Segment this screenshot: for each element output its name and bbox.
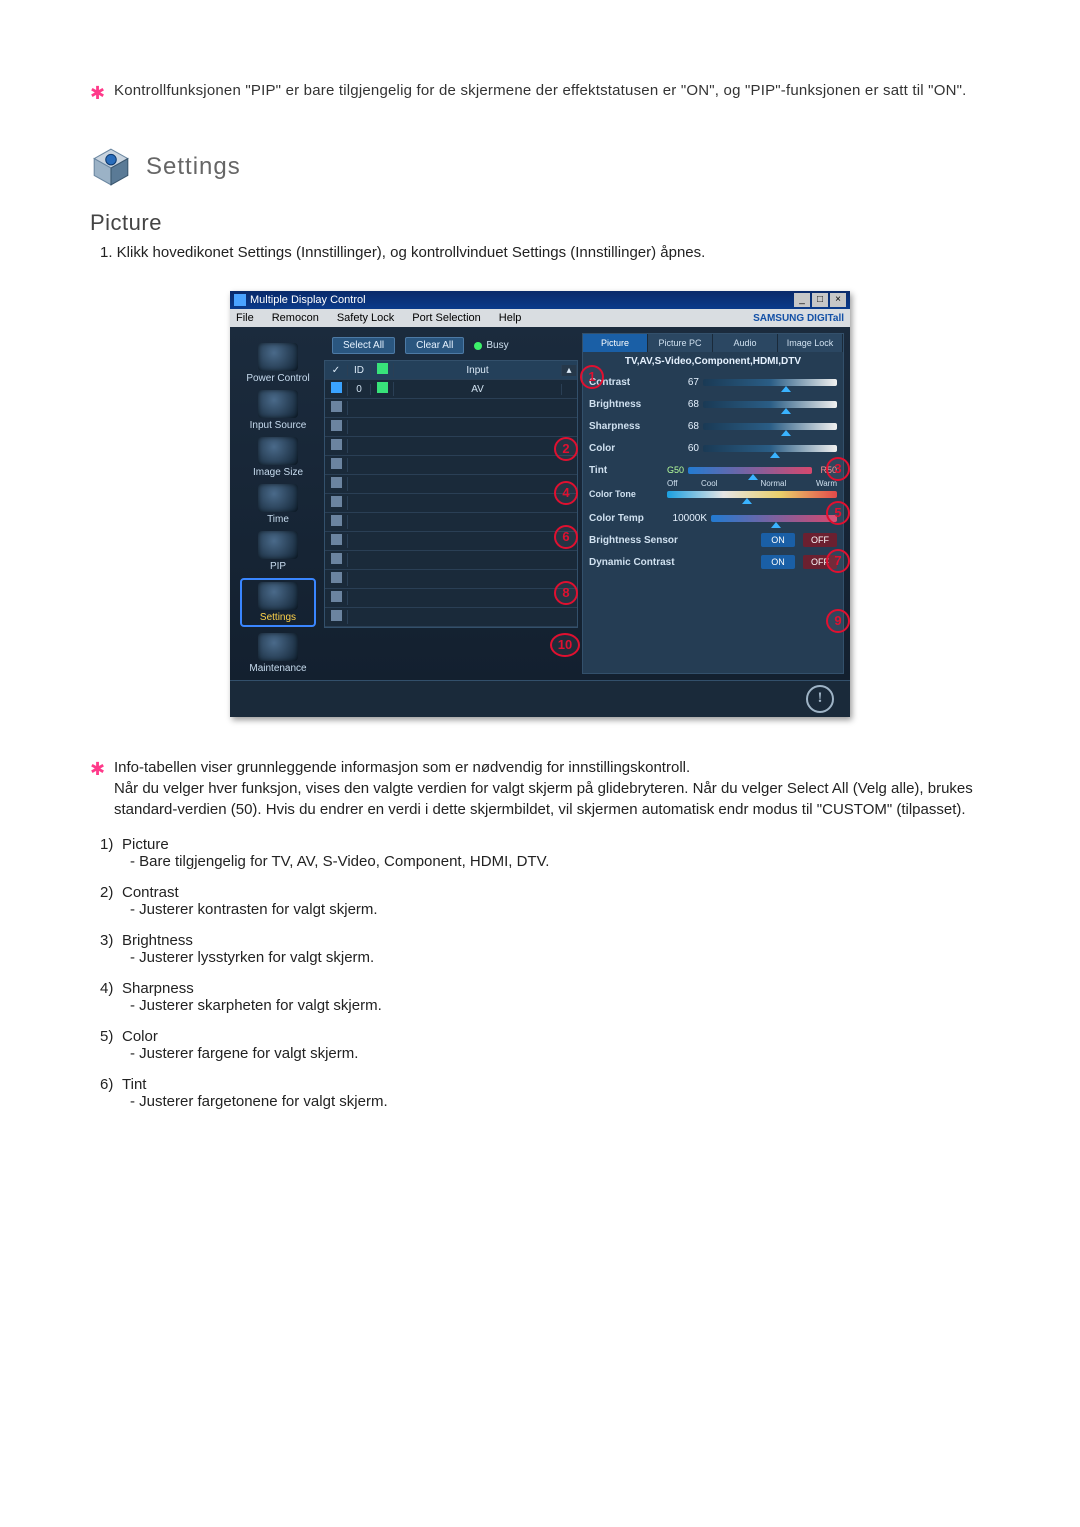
callout-9: 9 <box>826 609 850 633</box>
list-item: 3)Brightness- Justerer lysstyrken for va… <box>100 932 990 966</box>
list-item: 2)Contrast- Justerer kontrasten for valg… <box>100 884 990 918</box>
tab-audio[interactable]: Audio <box>713 334 778 352</box>
row-color: Color 60 <box>583 437 843 459</box>
color-tone-slider[interactable]: Off Cool Normal Warm <box>667 491 837 498</box>
info-icon[interactable]: ! <box>806 685 834 713</box>
sidebar: Power Control Input Source Image Size Ti… <box>236 333 320 674</box>
tint-slider[interactable] <box>688 467 812 474</box>
picture-heading: Picture <box>90 210 990 236</box>
menu-file[interactable]: File <box>236 312 254 324</box>
info-paragraph: Info-tabellen viser grunnleggende inform… <box>114 757 990 820</box>
window-title: Multiple Display Control <box>250 294 366 306</box>
sharpness-slider[interactable] <box>703 423 837 430</box>
table-row[interactable]: 0 AV <box>325 380 577 399</box>
list-item: 4)Sharpness- Justerer skarpheten for val… <box>100 980 990 1014</box>
bsensor-off-button[interactable]: OFF <box>803 533 837 547</box>
tab-picture-pc[interactable]: Picture PC <box>648 334 713 352</box>
sidebar-item-settings[interactable]: Settings <box>240 578 316 627</box>
titlebar: Multiple Display Control _ □ × <box>230 291 850 309</box>
busy-indicator: Busy <box>474 340 508 351</box>
sidebar-item-maintenance[interactable]: Maintenance <box>240 633 316 674</box>
callout-10: 10 <box>550 633 580 657</box>
list-item: 5)Color- Justerer fargene for valgt skje… <box>100 1028 990 1062</box>
list-item: 1)Picture- Bare tilgjengelig for TV, AV,… <box>100 836 990 870</box>
col-id: ID <box>348 365 371 376</box>
row-color-tone: Color Tone Off Cool Normal Warm <box>583 481 843 507</box>
intro-text: 1. Klikk hovedikonet Settings (Innstilli… <box>100 244 990 261</box>
scroll-up-icon[interactable]: ▴ <box>562 365 577 376</box>
color-temp-slider[interactable] <box>711 515 837 522</box>
callout-4: 4 <box>554 481 578 505</box>
list-item: 6)Tint- Justerer fargetonene for valgt s… <box>100 1076 990 1110</box>
settings-cube-icon <box>90 146 132 188</box>
sidebar-item-input-source[interactable]: Input Source <box>240 390 316 431</box>
col-status <box>371 363 394 377</box>
contrast-slider[interactable] <box>703 379 837 386</box>
table-row[interactable] <box>325 437 577 456</box>
row-contrast: Contrast 67 <box>583 371 843 393</box>
settings-heading: Settings <box>146 153 241 181</box>
close-button[interactable]: × <box>830 293 846 307</box>
callout-2: 2 <box>554 437 578 461</box>
row-color-temp: Color Temp 10000K <box>583 507 843 529</box>
callout-8: 8 <box>554 581 578 605</box>
sidebar-item-pip[interactable]: PIP <box>240 531 316 572</box>
row-brightness-sensor: Brightness Sensor ON OFF <box>583 529 843 551</box>
numbered-list: 1)Picture- Bare tilgjengelig for TV, AV,… <box>90 836 990 1110</box>
dcontrast-on-button[interactable]: ON <box>761 555 795 569</box>
table-row[interactable] <box>325 494 577 513</box>
table-row[interactable] <box>325 608 577 627</box>
col-check: ✓ <box>325 365 348 376</box>
table-row[interactable] <box>325 513 577 532</box>
menu-safety-lock[interactable]: Safety Lock <box>337 312 394 324</box>
brand-label: SAMSUNG DIGITall <box>753 313 844 324</box>
settings-panel: Picture Picture PC Audio Image Lock TV,A… <box>582 333 844 674</box>
brightness-slider[interactable] <box>703 401 837 408</box>
row-dynamic-contrast: Dynamic Contrast ON OFF <box>583 551 843 573</box>
row-sharpness: Sharpness 68 <box>583 415 843 437</box>
display-grid[interactable]: ✓ ID Input ▴ 0 AV <box>324 360 578 628</box>
app-screenshot: Multiple Display Control _ □ × File Remo… <box>90 291 990 717</box>
sidebar-item-image-size[interactable]: Image Size <box>240 437 316 478</box>
sidebar-item-power-control[interactable]: Power Control <box>240 343 316 384</box>
callout-3: 3 <box>826 457 850 481</box>
minimize-button[interactable]: _ <box>794 293 810 307</box>
busy-dot-icon <box>474 342 482 350</box>
maximize-button[interactable]: □ <box>812 293 828 307</box>
callout-6: 6 <box>554 525 578 549</box>
row-brightness: Brightness 68 <box>583 393 843 415</box>
bsensor-on-button[interactable]: ON <box>761 533 795 547</box>
star-icon: ✱ <box>90 757 108 820</box>
status-bar: ! <box>230 680 850 717</box>
callout-1: 1 <box>580 365 604 389</box>
info-block: ✱ Info-tabellen viser grunnleggende info… <box>90 757 990 820</box>
table-row[interactable] <box>325 475 577 494</box>
menu-help[interactable]: Help <box>499 312 522 324</box>
tab-picture[interactable]: Picture <box>583 334 648 352</box>
table-row[interactable] <box>325 551 577 570</box>
menubar: File Remocon Safety Lock Port Selection … <box>230 309 850 327</box>
table-row[interactable] <box>325 399 577 418</box>
settings-heading-row: Settings <box>90 146 990 188</box>
menu-port-selection[interactable]: Port Selection <box>412 312 480 324</box>
mode-line: TV,AV,S-Video,Component,HDMI,DTV <box>583 352 843 371</box>
app-icon <box>234 294 246 306</box>
top-note: ✱ Kontrollfunksjonen "PIP" er bare tilgj… <box>90 80 990 106</box>
callout-5: 5 <box>826 501 850 525</box>
table-row[interactable] <box>325 570 577 589</box>
top-note-text: Kontrollfunksjonen "PIP" er bare tilgjen… <box>114 80 990 106</box>
star-icon: ✱ <box>90 80 108 106</box>
table-row[interactable] <box>325 418 577 437</box>
table-row[interactable] <box>325 456 577 475</box>
table-row[interactable] <box>325 532 577 551</box>
sidebar-item-time[interactable]: Time <box>240 484 316 525</box>
tab-image-lock[interactable]: Image Lock <box>778 334 843 352</box>
callout-7: 7 <box>826 549 850 573</box>
table-row[interactable] <box>325 589 577 608</box>
col-input: Input <box>394 365 562 376</box>
clear-all-button[interactable]: Clear All <box>405 337 464 354</box>
color-slider[interactable] <box>703 445 837 452</box>
menu-remocon[interactable]: Remocon <box>272 312 319 324</box>
select-all-button[interactable]: Select All <box>332 337 395 354</box>
